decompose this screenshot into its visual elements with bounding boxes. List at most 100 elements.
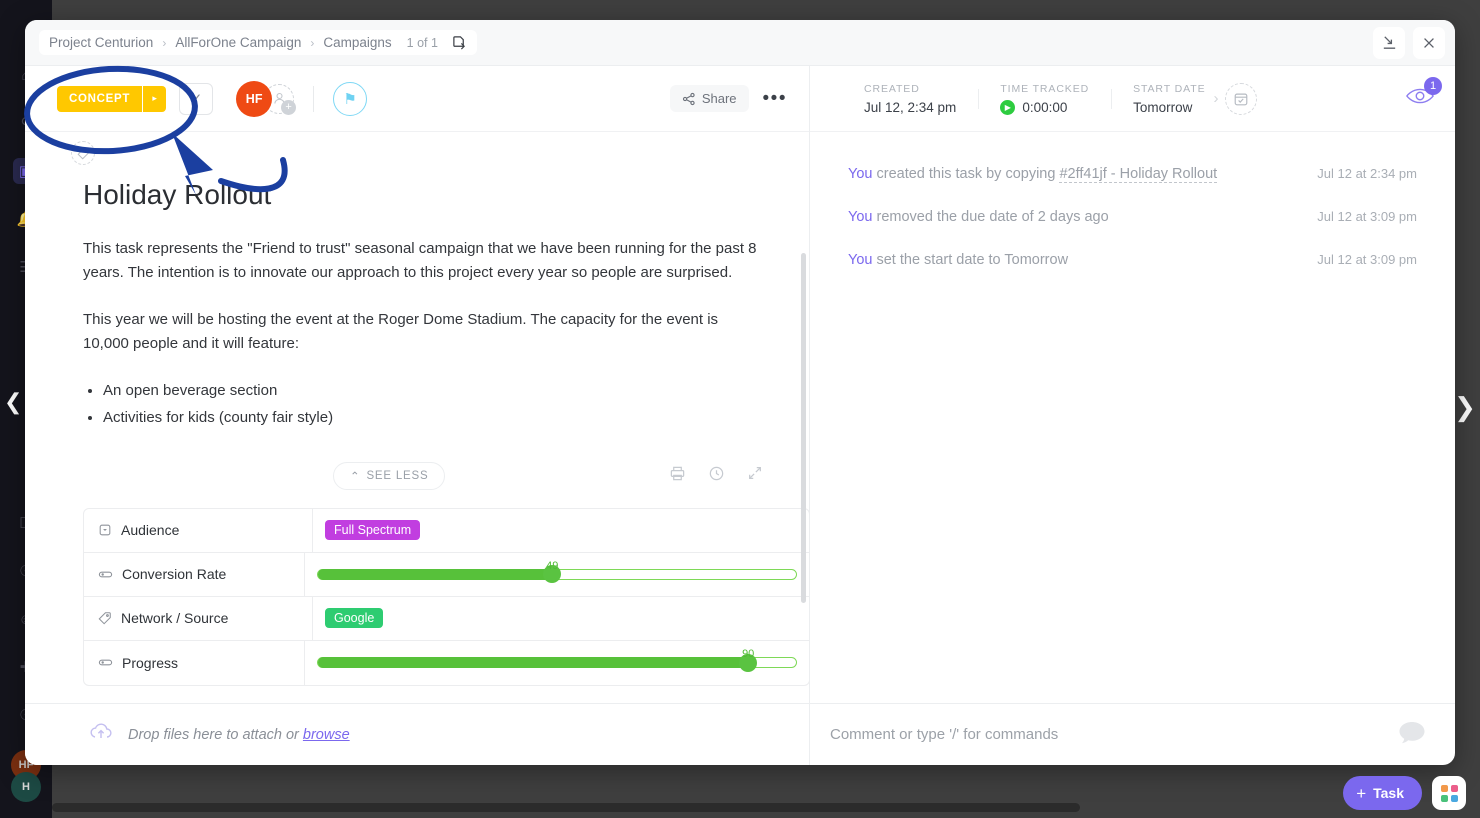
activity-text: You removed the due date of 2 days ago <box>848 209 1109 225</box>
breadcrumb-bar: Project Centurion › AllForOne Campaign ›… <box>25 20 1455 66</box>
activity-actor[interactable]: You <box>848 252 872 268</box>
table-row[interactable]: Progress 90 <box>84 640 809 685</box>
field-value-cell[interactable]: Full Spectrum <box>313 509 809 552</box>
field-label: Progress <box>122 654 179 671</box>
meta-time-tracked[interactable]: TIME TRACKED ▶ 0:00:00 <box>978 83 1111 115</box>
slider-track[interactable]: 49 <box>317 560 797 584</box>
rail-avatar-h[interactable]: H <box>11 772 41 802</box>
field-label: Conversion Rate <box>122 566 227 583</box>
history-icon[interactable] <box>708 465 725 487</box>
browse-link[interactable]: browse <box>303 727 350 743</box>
comment-input[interactable]: Comment or type '/' for commands <box>830 726 1058 743</box>
meta-label: TIME TRACKED <box>1000 82 1090 95</box>
chevron-right-icon[interactable]: ▸ <box>142 85 166 112</box>
watchers-button[interactable]: 1 <box>1405 77 1442 112</box>
task-description[interactable]: This task represents the "Friend to trus… <box>83 237 763 432</box>
meta-start-date-text: START DATE Tomorrow <box>1133 83 1205 115</box>
slider-fill <box>318 568 553 580</box>
tag-row <box>25 132 809 165</box>
activity-timestamp: Jul 12 at 2:34 pm <box>1317 166 1417 181</box>
window-controls <box>1373 26 1445 59</box>
chevron-right-icon: › <box>310 35 315 50</box>
dropzone-text: Drop files here to attach or browse <box>128 727 350 743</box>
field-name-cell: Network / Source <box>84 596 313 640</box>
upload-cloud-icon <box>87 718 115 751</box>
slider-value: 90 <box>742 648 755 661</box>
status-badge[interactable]: Full Spectrum <box>325 520 421 541</box>
activity-body: set the start date to Tomorrow <box>872 252 1069 268</box>
scrollbar-thumb[interactable] <box>52 803 1080 812</box>
activity-reference-link[interactable]: #2ff41jf - Holiday Rollout <box>1059 166 1218 183</box>
status-badge[interactable]: Google <box>325 608 384 629</box>
plus-icon: + <box>281 99 297 115</box>
meta-value: 0:00:00 <box>1022 99 1068 115</box>
toolbar-right: Share ••• <box>669 85 787 112</box>
check-icon[interactable]: ✓ <box>179 82 214 115</box>
app-horizontal-scrollbar[interactable] <box>52 803 1432 812</box>
field-name-cell: Audience <box>84 508 313 552</box>
chevron-right-icon: › <box>1213 90 1219 107</box>
label-field-icon <box>98 611 112 625</box>
play-icon[interactable]: ▶ <box>1000 99 1016 115</box>
share-label: Share <box>701 91 737 106</box>
content-scrollbar[interactable] <box>801 253 806 603</box>
slider[interactable]: 90 <box>317 648 797 678</box>
expand-icon[interactable] <box>747 465 763 486</box>
table-row[interactable]: Conversion Rate 49 <box>84 552 809 597</box>
divider <box>313 85 315 112</box>
list-item: Activities for kids (county fair style) <box>103 405 763 432</box>
task-modal: Project Centurion › AllForOne Campaign ›… <box>25 20 1455 765</box>
calendar-icon[interactable] <box>1224 82 1257 115</box>
breadcrumb-item-1[interactable]: AllForOne Campaign <box>175 35 301 50</box>
comment-bar[interactable]: Comment or type '/' for commands <box>810 703 1455 765</box>
meta-start-date[interactable]: START DATE Tomorrow › <box>1111 82 1278 115</box>
comment-bubble-icon[interactable] <box>1397 719 1427 751</box>
description-tools <box>669 465 763 487</box>
meta-label: CREATED <box>864 82 920 95</box>
table-row[interactable]: Network / Source Google <box>84 596 809 641</box>
breadcrumb-count: 1 of 1 <box>406 35 438 50</box>
flag-icon[interactable]: ⚑ <box>333 81 368 116</box>
meta-value: Tomorrow <box>1133 99 1193 115</box>
breadcrumb-item-2[interactable]: Campaigns <box>323 35 391 50</box>
avatar[interactable]: HF <box>236 80 273 117</box>
status-dropdown[interactable]: CONCEPT ▸ <box>57 85 167 112</box>
field-value-cell[interactable]: 49 <box>305 553 809 596</box>
chevron-right-icon: › <box>162 35 167 50</box>
chevron-up-icon: ⌃ <box>350 470 361 483</box>
slider-field-icon <box>98 567 113 582</box>
add-task-label: Task <box>1373 785 1404 801</box>
see-less-button[interactable]: ⌃ SEE LESS <box>333 461 446 490</box>
close-icon[interactable] <box>1413 26 1445 59</box>
slider[interactable]: 49 <box>317 559 797 589</box>
field-value-cell[interactable]: 90 <box>305 641 809 685</box>
meta-value: Jul 12, 2:34 pm <box>864 99 957 115</box>
page-title[interactable]: Holiday Rollout <box>83 179 763 211</box>
sidebar-collapse-button[interactable]: ❮ <box>4 392 22 414</box>
activity-feed: You created this task by copying #2ff41j… <box>810 132 1455 703</box>
table-row[interactable]: Audience Full Spectrum <box>84 508 809 553</box>
add-task-button[interactable]: + Task <box>1343 776 1422 810</box>
activity-actor[interactable]: You <box>848 209 872 225</box>
share-button[interactable]: Share <box>669 85 749 112</box>
activity-timestamp: Jul 12 at 3:09 pm <box>1317 252 1417 267</box>
meta-created[interactable]: CREATED Jul 12, 2:34 pm <box>842 83 978 115</box>
activity-actor[interactable]: You <box>848 166 872 182</box>
attachment-dropzone[interactable]: Drop files here to attach or browse <box>25 703 809 765</box>
copy-link-icon[interactable] <box>452 35 467 50</box>
activity-text: You set the start date to Tomorrow <box>848 252 1068 268</box>
ellipsis-icon[interactable]: ••• <box>763 89 787 108</box>
desc-paragraph: This year we will be hosting the event a… <box>83 310 719 352</box>
breadcrumb-item-0[interactable]: Project Centurion <box>49 35 153 50</box>
task-toolbar: CONCEPT ▸ ✓ HF + ⚑ Share ••• <box>25 66 809 132</box>
apps-grid-icon[interactable] <box>1432 776 1466 810</box>
collapse-down-icon[interactable] <box>1373 26 1405 59</box>
task-content-scroll[interactable]: Holiday Rollout This task represents the… <box>25 165 809 703</box>
desc-bullet-list: An open beverage section Activities for … <box>103 378 763 431</box>
slider-track[interactable]: 90 <box>317 648 797 672</box>
desc-paragraph: This task represents the "Friend to trus… <box>83 240 757 282</box>
field-value-cell[interactable]: Google <box>313 597 809 640</box>
tag-icon[interactable] <box>71 141 95 165</box>
print-icon[interactable] <box>669 465 686 487</box>
assignee-group: HF + <box>236 80 297 117</box>
